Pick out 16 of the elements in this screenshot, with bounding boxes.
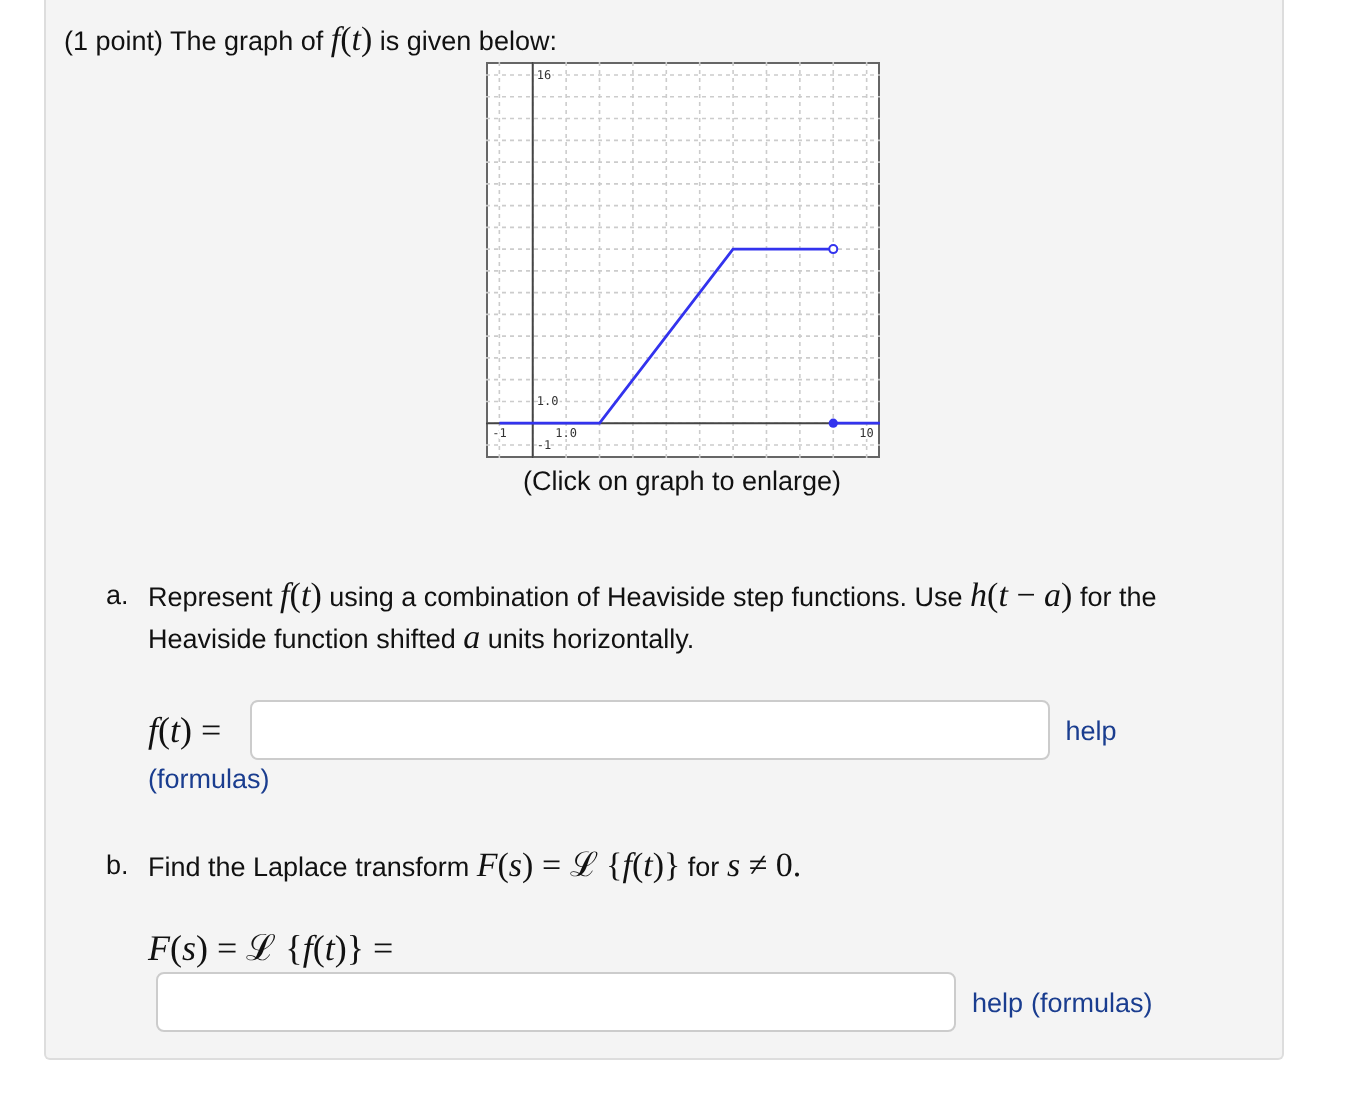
question-text: Represent f(t) using a combination of Heaviside step functions. Use h(t − a) for the Heaviside function shifted a units horizontally. (148, 576, 1159, 660)
question-text: Find the Laplace transform F(s) = ℒ {f(t)} for s ≠ 0. (148, 846, 804, 888)
answer-field[interactable] (249, 700, 1050, 760)
graph-caption[interactable]: (Click on graph to enlarge) (522, 466, 842, 496)
answer-label: F(s) = ℒ {f(t)} = (148, 928, 396, 968)
part-marker: b. (104, 848, 131, 884)
help-link[interactable]: (formulas) (1031, 987, 1153, 1017)
problem-statement: (1 point) The graph of f(t) is given below: (64, 20, 559, 62)
open-endpoint (827, 244, 838, 255)
closed-endpoint (827, 418, 837, 428)
answer-field[interactable] (156, 972, 956, 1032)
part-marker: a. (104, 578, 131, 614)
answer-label: f(t) = (148, 709, 222, 751)
help-link[interactable]: help (972, 987, 1024, 1017)
help-link[interactable]: help (1065, 715, 1117, 745)
help-link[interactable]: (formulas) (148, 764, 270, 794)
